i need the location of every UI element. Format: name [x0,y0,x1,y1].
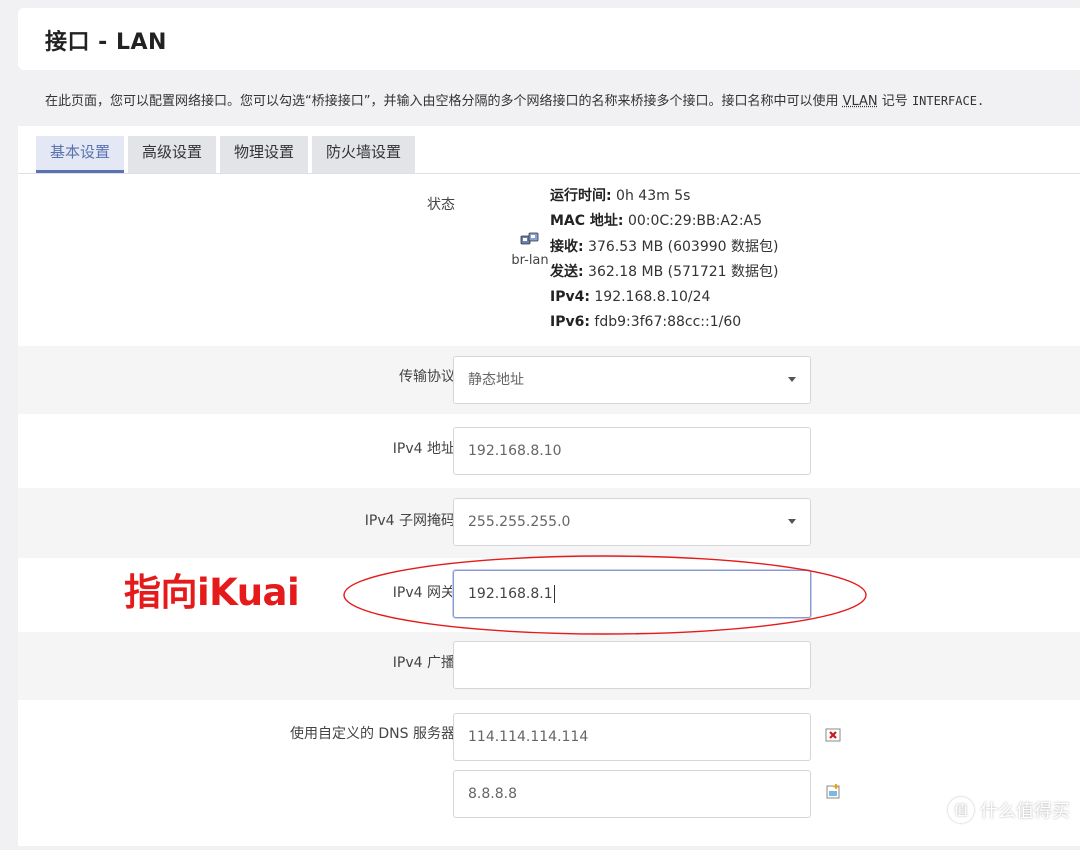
protocol-select[interactable]: 静态地址 [453,356,811,404]
ipv4-broadcast-input[interactable] [453,641,811,689]
protocol-row: 传输协议 静态地址 [18,346,1080,414]
ipv4-address-input[interactable]: 192.168.8.10 [453,427,811,475]
network-interface-icon [520,232,539,245]
ipv4-address-label: IPv4 地址 [392,441,455,457]
status-ipv6: IPv6: fdb9:3f67:88cc::1/60 [550,314,742,331]
settings-panel: 基本设置 高级设置 物理设置 防火墙设置 状态 br-lan 运行时间: 0h … [18,126,1080,846]
dns-server-input-1[interactable]: 114.114.114.114 [453,713,811,761]
dns-label: 使用自定义的 DNS 服务器 [289,726,455,742]
ipv4-address-row: IPv4 地址 192.168.8.10 [18,414,1080,488]
tab-advanced-settings[interactable]: 高级设置 [128,136,217,173]
interface-name: br-lan [511,253,549,268]
status-label: 状态 [427,197,455,213]
status-tx: 发送: 362.18 MB (571721 数据包) [550,263,779,280]
highlight-ellipse [343,555,867,635]
status-mac: MAC 地址: 00:0C:29:BB:A2:A5 [550,213,763,230]
add-icon[interactable] [825,783,841,799]
vlan-link[interactable]: VLAN [843,94,878,109]
page-description: 在此页面，您可以配置网络接口。您可以勾选“桥接接口”，并输入由空格分隔的多个网络… [45,90,984,109]
ipv4-netmask-select[interactable]: 255.255.255.0 [453,498,811,546]
chevron-down-icon [788,519,796,524]
tab-basic-settings[interactable]: 基本设置 [36,136,125,173]
tab-firewall-settings[interactable]: 防火墙设置 [312,136,416,173]
dns-row: 使用自定义的 DNS 服务器 114.114.114.114 8.8.8.8 [18,700,1080,850]
watermark-text: 什么值得买 [980,801,1070,822]
page-header: 接口 - LAN [18,8,1080,70]
watermark-logo-icon: 值 [948,797,974,823]
annotation-label: 指向iKuai [123,570,300,615]
chevron-down-icon [788,377,796,382]
description-text-2: 记号 [877,94,912,109]
remove-icon[interactable] [825,727,841,743]
netmask-selected-value: 255.255.255.0 [468,514,571,530]
interface-notation: INTERFACE. [911,94,985,108]
protocol-selected-value: 静态地址 [468,372,524,388]
protocol-label: 传输协议 [399,369,455,385]
interface-badge: br-lan [505,231,555,268]
status-ipv4: IPv4: 192.168.8.10/24 [550,289,711,306]
dns-server-input-2[interactable]: 8.8.8.8 [453,770,811,818]
ipv4-broadcast-label: IPv4 广播 [392,655,455,671]
status-uptime: 运行时间: 0h 43m 5s [550,188,691,204]
status-details: 运行时间: 0h 43m 5s MAC 地址: 00:0C:29:BB:A2:A… [550,184,778,336]
description-text: 在此页面，您可以配置网络接口。您可以勾选“桥接接口”，并输入由空格分隔的多个网络… [45,94,843,109]
tab-bar: 基本设置 高级设置 物理设置 防火墙设置 [36,136,416,173]
ipv4-netmask-row: IPv4 子网掩码 255.255.255.0 [18,488,1080,558]
status-rx: 接收: 376.53 MB (603990 数据包) [550,238,779,255]
tab-physical-settings[interactable]: 物理设置 [220,136,309,173]
ipv4-netmask-label: IPv4 子网掩码 [364,513,455,529]
ipv4-broadcast-row: IPv4 广播 [18,632,1080,700]
watermark: 值 什么值得买 [948,797,1070,823]
page-title: 接口 - LAN [45,30,167,55]
